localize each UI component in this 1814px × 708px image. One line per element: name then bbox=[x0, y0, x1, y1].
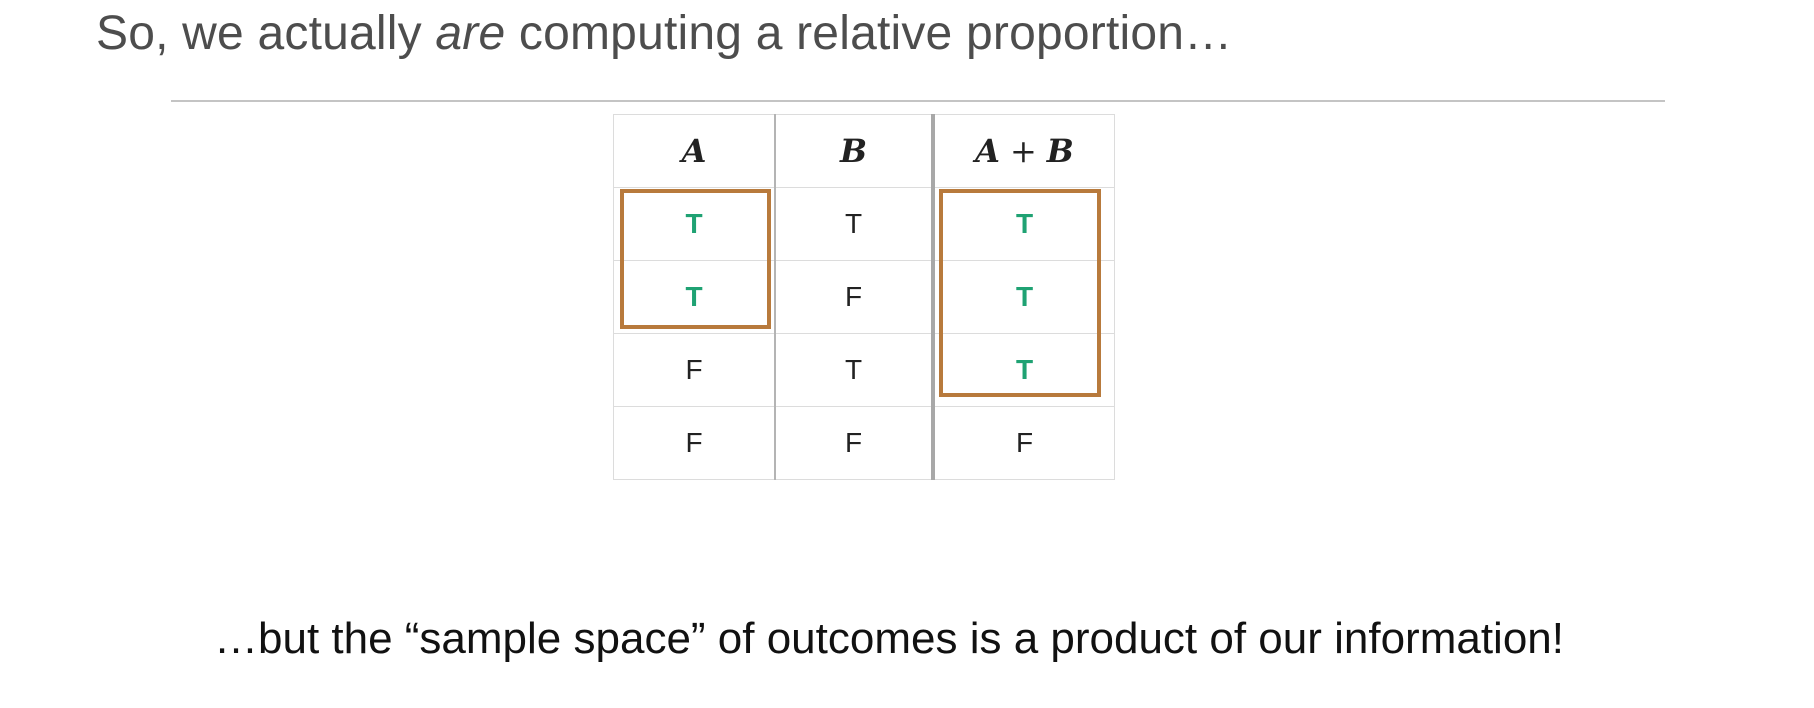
header-ab-right: B bbox=[1046, 132, 1074, 170]
header-a-plus-b: A + B bbox=[931, 114, 1115, 188]
cell-b: T bbox=[774, 333, 934, 407]
table-row: T T T bbox=[613, 187, 1115, 261]
cell-a: F bbox=[613, 333, 776, 407]
header-a: A bbox=[613, 114, 776, 188]
cell-a-plus-b: F bbox=[931, 406, 1115, 480]
cell-b: F bbox=[774, 406, 934, 480]
header-ab-plus: + bbox=[1009, 132, 1037, 170]
cell-a-plus-b: T bbox=[931, 260, 1115, 334]
cell-b: T bbox=[774, 187, 934, 261]
header-ab-left: A bbox=[975, 132, 1000, 170]
header-b: B bbox=[774, 114, 934, 188]
table-header-row: A B A + B bbox=[613, 114, 1115, 188]
cell-a: T bbox=[613, 187, 776, 261]
slide-title-after: computing a relative proportion… bbox=[505, 7, 1233, 60]
truth-table: A B A + B T T T T F T F T T F F F bbox=[613, 114, 1115, 480]
table-row: F F F bbox=[613, 406, 1115, 480]
table-row: T F T bbox=[613, 260, 1115, 334]
cell-a-plus-b: T bbox=[931, 187, 1115, 261]
truth-table-container: A B A + B T T T T F T F T T F F F bbox=[613, 114, 1115, 480]
table-row: F T T bbox=[613, 333, 1115, 407]
slide-title: So, we actually are computing a relative… bbox=[96, 6, 1232, 61]
cell-b: F bbox=[774, 260, 934, 334]
title-divider bbox=[171, 100, 1665, 102]
slide-footer-text: …but the “sample space” of outcomes is a… bbox=[214, 614, 1564, 663]
cell-a: T bbox=[613, 260, 776, 334]
slide-title-emphasis: are bbox=[435, 7, 506, 60]
slide-title-before: So, we actually bbox=[96, 7, 436, 60]
cell-a: F bbox=[613, 406, 776, 480]
cell-a-plus-b: T bbox=[931, 333, 1115, 407]
